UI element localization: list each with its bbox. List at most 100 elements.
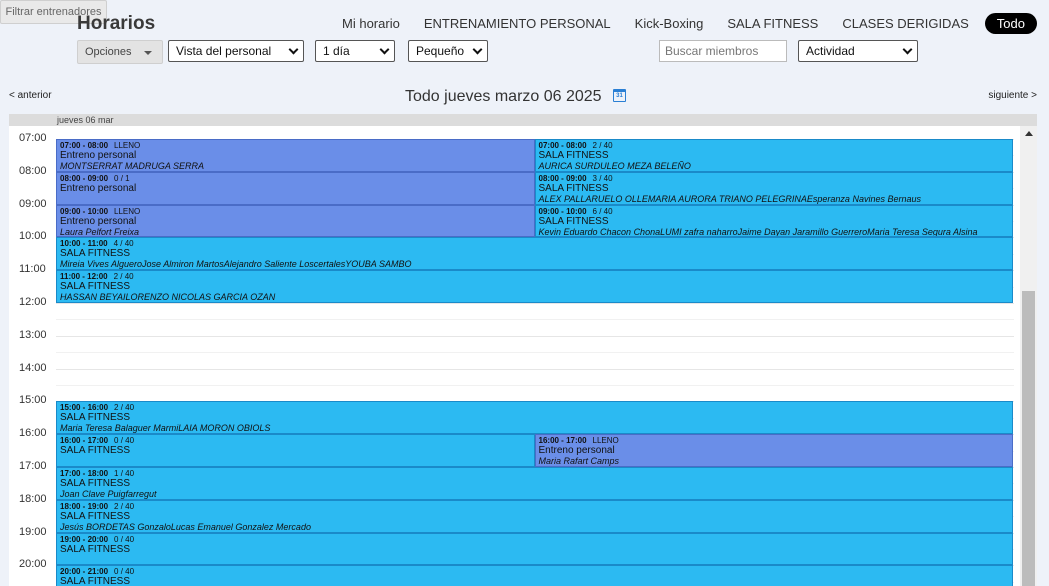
tab-sala-fitness[interactable]: SALA FITNESS	[715, 13, 830, 34]
days-select-value: 1 día	[323, 44, 350, 58]
event-capacity: 0 / 40	[114, 567, 135, 577]
event-time: 10:00 - 11:00 4 / 40	[60, 239, 1009, 248]
options-label: Opciones	[85, 46, 132, 58]
size-select[interactable]: Pequeño	[408, 40, 488, 62]
hour-label: 15:00	[19, 394, 47, 407]
chevron-down-icon	[902, 44, 913, 55]
event-members: ALEX PALLARUELO OLLEMARIA AURORA TRIANO …	[538, 193, 921, 204]
event-time: 08:00 - 09:00 0 / 1	[60, 174, 531, 183]
tab-clases-derigidas[interactable]: CLASES DERIGIDAS	[830, 13, 980, 34]
event-name: SALA FITNESS	[60, 445, 131, 457]
event-capacity: 2 / 40	[114, 403, 135, 413]
event-time: 17:00 - 18:00 1 / 40	[60, 469, 1009, 478]
date-title: Todo jueves marzo 06 2025	[405, 88, 602, 105]
schedule-event[interactable]: 15:00 - 16:00 2 / 40 SALA FITNESS Maria Ter…	[56, 401, 1013, 435]
event-capacity: 2 / 40	[113, 272, 134, 282]
hour-label: 10:00	[19, 230, 47, 243]
event-name: SALA FITNESS	[60, 281, 131, 293]
event-time: 15:00 - 16:00 2 / 40	[60, 403, 1009, 412]
scroll-up-arrow-icon[interactable]	[1025, 131, 1033, 136]
view-select[interactable]: Vista del personal	[168, 40, 304, 62]
hour-label: 08:00	[19, 164, 47, 177]
tab-entrenamiento-personal[interactable]: ENTRENAMIENTO PERSONAL	[412, 13, 623, 34]
event-members: Mireia Vives AlgueroJose Almiron MartosA…	[60, 259, 412, 270]
day-header-label: jueves 06 mar	[57, 115, 114, 125]
event-time: 07:00 - 08:00 LLENO	[60, 141, 531, 150]
schedule-event[interactable]: 16:00 - 17:00 0 / 40 SALA FITNESS	[56, 434, 535, 467]
schedule-event[interactable]: 18:00 - 19:00 2 / 40 SALA FITNESS Jesús BOR…	[56, 499, 1013, 533]
chevron-down-icon	[288, 44, 299, 55]
event-time: 16:00 - 17:00 LLENO	[539, 436, 1010, 445]
day-header: jueves 06 mar	[9, 114, 1037, 126]
schedule-event[interactable]: 10:00 - 11:00 4 / 40 SALA FITNESS Mireia Vi…	[56, 237, 1013, 271]
tab-mi-horario[interactable]: Mi horario	[330, 13, 412, 34]
event-capacity: 2 / 40	[592, 141, 613, 150]
event-name: SALA FITNESS	[60, 478, 131, 489]
size-select-value: Pequeño	[416, 44, 465, 58]
event-time-range: 19:00 - 20:00	[60, 534, 109, 544]
activity-tabs: Mi horario ENTRENAMIENTO PERSONAL Kick-Box…	[330, 13, 1037, 34]
event-time-range: 18:00 - 19:00	[60, 501, 109, 511]
event-time-range: 15:00 - 16:00	[60, 403, 109, 413]
event-name: Entreno personal	[60, 215, 137, 227]
event-name: SALA FITNESS	[60, 543, 131, 555]
event-time: 18:00 - 19:00 2 / 40	[60, 502, 1009, 511]
event-time-range: 16:00 - 17:00	[538, 436, 587, 446]
member-search-placeholder: Buscar miembros	[665, 44, 759, 58]
half-hour-gridline	[56, 385, 1014, 386]
event-capacity: 6 / 40	[592, 206, 613, 216]
tab-todo[interactable]: Todo	[984, 13, 1037, 34]
schedule-grid: jueves 06 mar 07:00 08:00 09:00 10:00 11:00 1…	[9, 114, 1037, 586]
hour-label: 17:00	[19, 460, 47, 472]
event-time-range: 08:00 - 09:00	[60, 173, 109, 183]
previous-link[interactable]: < anterior	[9, 90, 52, 101]
event-time-range: 20:00 - 21:00	[60, 567, 109, 577]
hour-gridline	[56, 368, 1014, 370]
member-search-input[interactable]: Buscar miembros	[659, 40, 787, 62]
event-capacity: 2 / 40	[114, 501, 135, 511]
event-name: SALA FITNESS	[60, 510, 131, 522]
event-time: 16:00 - 17:00 0 / 40	[60, 436, 531, 445]
tab-kick-boxing[interactable]: Kick-Boxing	[623, 13, 716, 34]
hour-label: 13:00	[19, 328, 47, 341]
vertical-scrollbar[interactable]	[1020, 126, 1037, 586]
event-capacity: LLENO	[114, 206, 141, 216]
schedule-event[interactable]: 07:00 - 08:00 2 / 40 SALA FITNESS AURICA SU…	[534, 139, 1013, 172]
event-time-range: 16:00 - 17:00	[60, 436, 109, 446]
days-select[interactable]: 1 día	[315, 40, 395, 62]
schedule-event[interactable]: 09:00 - 10:00 6 / 40 SALA FITNESS Kevin Edu…	[534, 204, 1013, 238]
activity-select[interactable]: Actividad	[798, 40, 918, 62]
activity-select-value: Actividad	[806, 44, 855, 58]
schedule-event[interactable]: 20:00 - 21:00 0 / 40 SALA FITNESS	[56, 565, 1013, 586]
event-time: 19:00 - 20:00 0 / 40	[60, 535, 1009, 544]
event-name: SALA FITNESS	[538, 150, 609, 161]
next-link[interactable]: siguiente >	[988, 90, 1037, 101]
event-members: AURICA SURDULEO MEZA BELEÑO	[538, 161, 691, 171]
schedule-event[interactable]: 07:00 - 08:00 LLENO Entreno personal MONTSE…	[56, 139, 535, 172]
event-time: 20:00 - 21:00 0 / 40	[60, 567, 1009, 576]
event-members: Maria Rafart Camps	[538, 456, 620, 467]
schedule-event[interactable]: 09:00 - 10:00 LLENO Entreno personal Laura …	[56, 204, 535, 238]
options-button[interactable]: Opciones	[77, 40, 163, 64]
event-time-range: 11:00 - 12:00	[60, 272, 108, 282]
schedule-event[interactable]: 16:00 - 17:00 LLENO Entreno personal Maria …	[534, 434, 1013, 467]
hour-gridline	[56, 335, 1014, 337]
calendar-icon[interactable]: 31	[613, 89, 626, 102]
schedule-event[interactable]: 11:00 - 12:00 2 / 40 SALA FITNESS HASSAN BE…	[56, 270, 1013, 303]
hour-label: 19:00	[19, 525, 47, 538]
event-time-range: 07:00 - 08:00	[60, 141, 109, 150]
event-name: SALA FITNESS	[538, 182, 609, 194]
hour-label: 18:00	[19, 492, 47, 505]
caret-down-icon	[144, 51, 152, 55]
scroll-thumb[interactable]	[1022, 291, 1035, 586]
event-members: MONTSERRAT MADRUGA SERRA	[60, 161, 205, 171]
event-name: SALA FITNESS	[538, 215, 609, 227]
event-capacity: 0 / 40	[114, 534, 135, 544]
schedule-event[interactable]: 08:00 - 09:00 0 / 1 Entreno personal	[56, 171, 535, 205]
event-capacity: 4 / 40	[113, 239, 134, 249]
schedule-event[interactable]: 19:00 - 20:00 0 / 40 SALA FITNESS	[56, 532, 1013, 566]
event-capacity: 1 / 40	[114, 469, 135, 478]
event-members: Joan Clave Puigfarregut	[60, 489, 157, 499]
schedule-event[interactable]: 17:00 - 18:00 1 / 40 SALA FITNESS Joan Clav…	[56, 467, 1013, 500]
schedule-event[interactable]: 08:00 - 09:00 3 / 40 SALA FITNESS ALEX PALL…	[534, 171, 1013, 205]
